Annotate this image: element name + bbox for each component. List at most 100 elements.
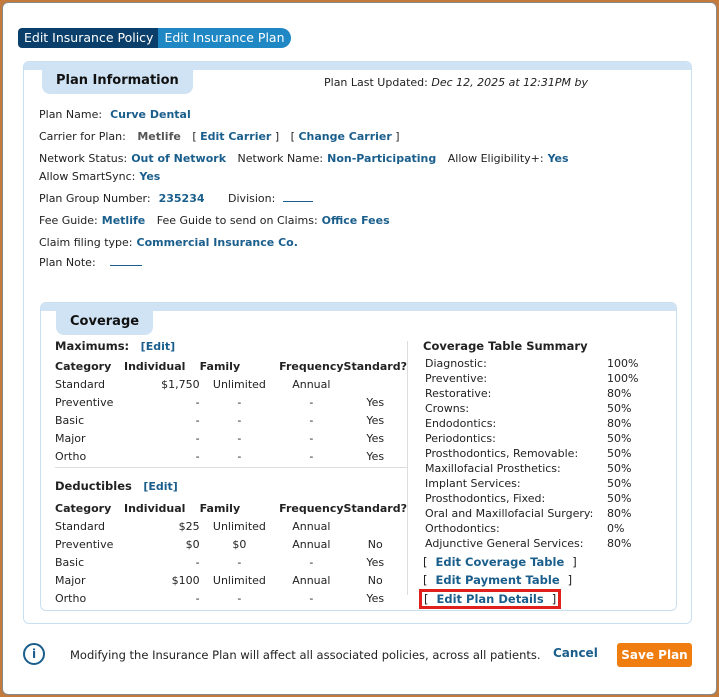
maximums-row: Standard $1,750 Unlimited Annual [55, 375, 407, 393]
maximums-row: Basic - - - Yes [55, 411, 407, 429]
deductibles-cell: $0 [232, 537, 247, 551]
edit-carrier-link[interactable]: Edit Carrier [200, 130, 271, 143]
claim-type-row: Claim filing type: Commercial Insurance C… [39, 236, 298, 249]
claim-type-value: Commercial Insurance Co. [136, 236, 298, 249]
edit-coverage-table-link[interactable]: Edit Coverage Table [436, 555, 565, 569]
deductibles-cell: Standard [55, 519, 106, 533]
summary-category: Prosthodontics, Removable: [425, 447, 579, 460]
maximums-cell: Preventive [55, 395, 114, 409]
deductibles-cell: - [309, 555, 314, 569]
summary-percent: 80% [607, 387, 632, 400]
deductibles-cell: $25 [178, 519, 200, 533]
summary-category: Crowns: [425, 402, 470, 415]
maximums-cell: Ortho [55, 449, 87, 463]
plan-group-value: 235234 [158, 192, 205, 205]
summary-row: Crowns: 50% [423, 401, 663, 416]
summary-percent: 100% [607, 372, 639, 385]
maximums-cell: - [309, 431, 314, 445]
summary-row: Periodontics: 50% [423, 431, 663, 446]
deductibles-cell: - [309, 591, 314, 605]
maximums-cell: Yes [366, 395, 385, 409]
summary-category: Maxillofacial Prosthetics: [425, 462, 561, 475]
change-carrier-link[interactable]: Change Carrier [298, 130, 391, 143]
summary-row: Prosthodontics, Fixed: 50% [423, 491, 663, 506]
fee-guide-value: Metlife [101, 214, 146, 227]
edit-plan-details-link[interactable]: Edit Plan Details [437, 592, 544, 606]
maximums-cell: - [237, 413, 242, 427]
tab-edit-insurance-plan[interactable]: Edit Insurance Plan [158, 28, 291, 48]
maximums-table: Category Individual Family Frequency Sta… [55, 357, 407, 465]
maximums-cell: Yes [366, 449, 385, 463]
summary-category: Endodontics: [425, 417, 497, 430]
summary-percent: 50% [607, 492, 632, 505]
edit-payment-table-link[interactable]: Edit Payment Table [436, 573, 560, 587]
footer-message: Modifying the Insurance Plan will affect… [70, 648, 541, 662]
deductibles-cell: No [367, 573, 383, 587]
maximums-cell: - [195, 395, 200, 409]
summary-percent: 80% [607, 507, 632, 520]
deductibles-cell [344, 517, 407, 535]
maximums-cell: - [309, 395, 314, 409]
plan-last-updated: Plan Last Updated: Dec 12, 2025 at 12:31… [324, 76, 588, 89]
summary-row: Diagnostic: 100% [423, 356, 663, 371]
maximums-cell [344, 375, 407, 393]
deductibles-row: Basic - - - Yes [55, 553, 407, 571]
summary-row: Orthodontics: 0% [423, 521, 663, 536]
fee-guide-row: Fee Guide: Metlife Fee Guide to send on C… [39, 214, 390, 227]
smartsync-row: Allow SmartSync: Yes [39, 170, 161, 183]
deductibles-cell: - [195, 591, 200, 605]
coverage-summary-title: Coverage Table Summary [423, 339, 588, 353]
deductibles-cell: Unlimited [212, 519, 266, 533]
maximums-cell: Annual [292, 377, 331, 391]
deductibles-cell: Major [55, 573, 86, 587]
coverage-panel: Coverage Maximums: [Edit] Category Indiv… [40, 302, 677, 611]
network-row: Network Status: Out of Network Network Na… [39, 152, 569, 165]
deductibles-row: Ortho - - - Yes [55, 589, 407, 607]
maximums-row: Ortho - - - Yes [55, 447, 407, 465]
deductibles-cell: Unlimited [212, 573, 266, 587]
save-plan-button[interactable]: Save Plan [617, 643, 692, 667]
summary-row: Endodontics: 80% [423, 416, 663, 431]
edit-plan-details-highlight: [ Edit Plan Details ] [419, 589, 562, 609]
division-value [283, 192, 314, 202]
summary-row: Adjunctive General Services: 80% [423, 536, 663, 551]
maximums-cell: Major [55, 431, 86, 445]
deductibles-cell: Annual [292, 519, 331, 533]
maximums-cell: - [195, 431, 200, 445]
footer: i Modifying the Insurance Plan will affe… [23, 643, 698, 673]
fee-guide-claims-value: Office Fees [321, 214, 390, 227]
summary-percent: 50% [607, 477, 632, 490]
plan-note-row: Plan Note: [39, 256, 142, 269]
plan-panel: Plan Information Plan Last Updated: Dec … [23, 61, 692, 624]
summary-percent: 50% [607, 462, 632, 475]
cancel-button[interactable]: Cancel [553, 646, 598, 660]
summary-category: Prosthodontics, Fixed: [425, 492, 546, 505]
maximums-row: Preventive - - - Yes [55, 393, 407, 411]
tab-edit-insurance-policy[interactable]: Edit Insurance Policy [18, 28, 159, 48]
summary-category: Preventive: [425, 372, 488, 385]
deductibles-cell: - [237, 555, 242, 569]
deductibles-table: Category Individual Family Frequency Sta… [55, 499, 407, 607]
edit-deductibles-link[interactable]: [Edit] [143, 480, 177, 493]
edit-maximums-link[interactable]: [Edit] [141, 340, 175, 353]
maximums-cell: - [237, 431, 242, 445]
coverage-left: Maximums: [Edit] Category Individual Fam… [55, 339, 407, 607]
deductibles-cell: - [237, 591, 242, 605]
summary-row: Oral and Maxillofacial Surgery: 80% [423, 506, 663, 521]
maximums-cell: - [195, 449, 200, 463]
maximums-cell: Yes [366, 431, 385, 445]
maximums-cell: $1,750 [161, 377, 200, 391]
summary-category: Oral and Maxillofacial Surgery: [425, 507, 594, 520]
summary-percent: 0% [607, 522, 625, 535]
deductibles-cell: Yes [366, 591, 385, 605]
summary-row: Restorative: 80% [423, 386, 663, 401]
carrier-row: Carrier for Plan: Metlife [ Edit Carrier… [39, 130, 400, 143]
summary-percent: 100% [607, 357, 639, 370]
plan-name-row: Plan Name: Curve Dental [39, 108, 191, 121]
deductibles-cell: $0 [185, 537, 200, 551]
plan-information-title: Plan Information [42, 70, 193, 94]
network-name-value: Non-Participating [327, 152, 437, 165]
maximums-cell: Yes [366, 413, 385, 427]
summary-percent: 50% [607, 402, 632, 415]
info-icon: i [23, 643, 45, 665]
